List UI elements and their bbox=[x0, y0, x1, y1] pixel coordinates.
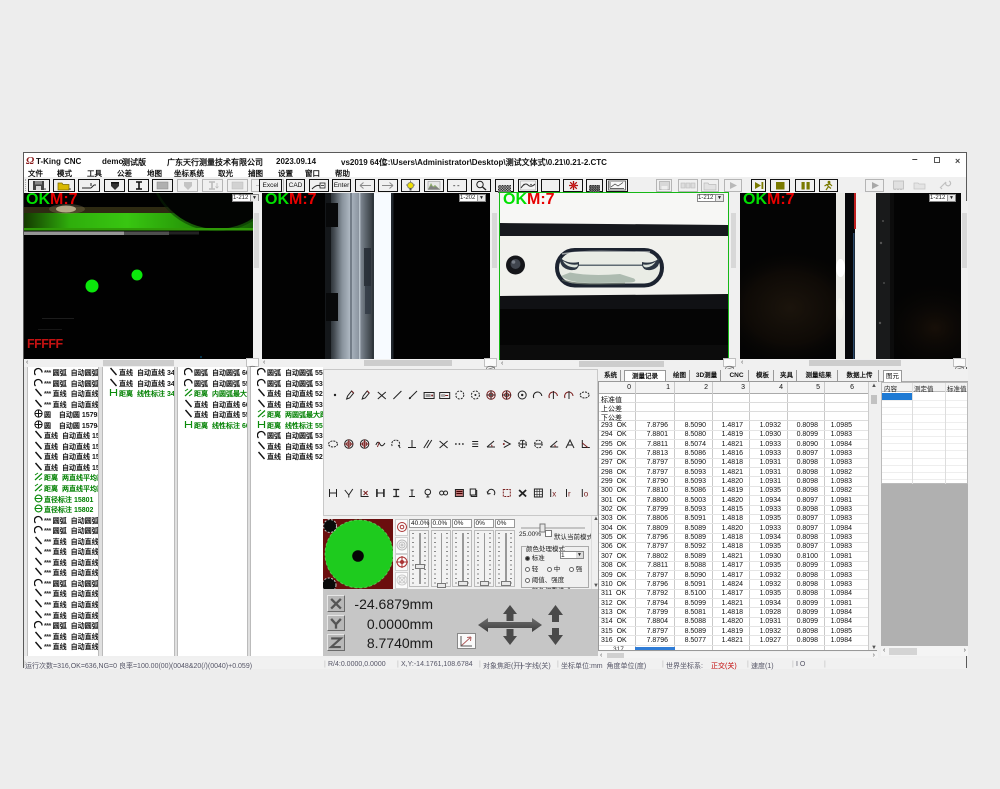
svg-text:o: o bbox=[584, 490, 589, 499]
svg-text:r: r bbox=[568, 490, 571, 499]
svg-text:x: x bbox=[552, 490, 556, 499]
svg-text:FFFFF: FFFFF bbox=[27, 337, 64, 351]
